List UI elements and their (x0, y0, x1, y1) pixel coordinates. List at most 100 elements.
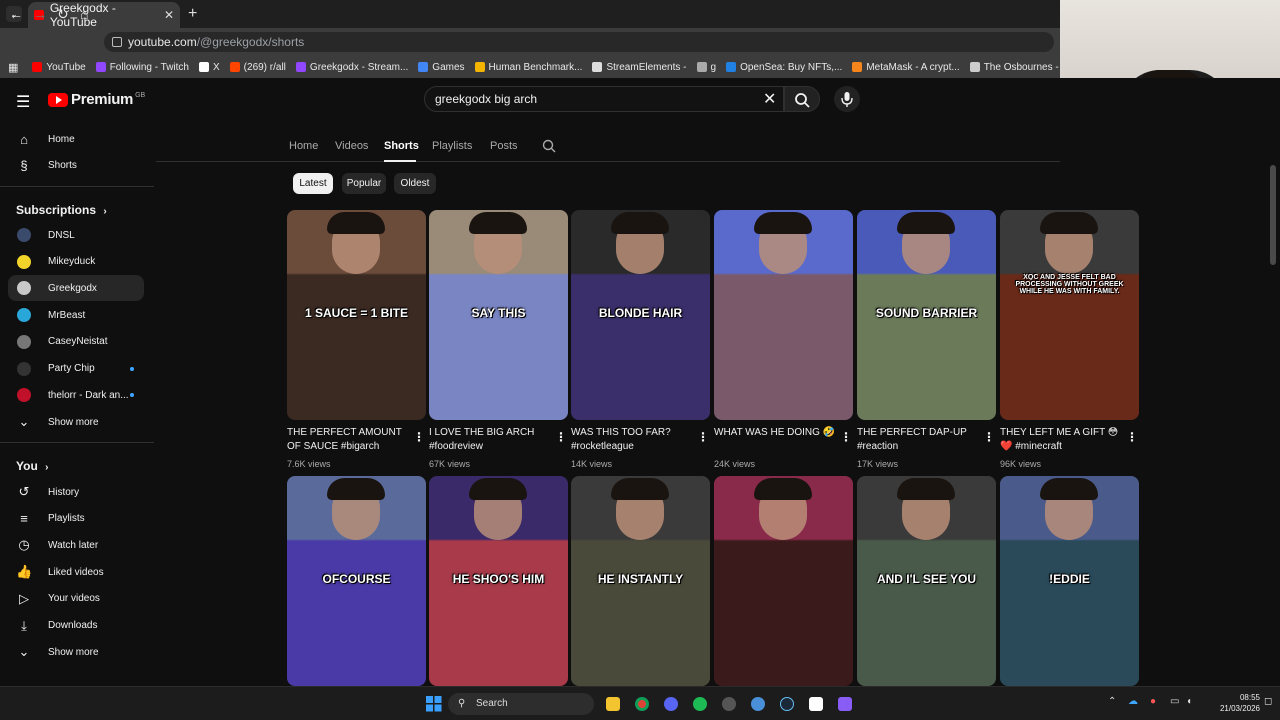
short-thumbnail[interactable] (714, 476, 853, 686)
bookmark-item[interactable]: (269) r/all (229, 62, 286, 73)
subscription-item[interactable]: Party Chip (8, 356, 144, 382)
short-thumbnail[interactable]: !EDDIE (1000, 476, 1139, 686)
short-thumbnail[interactable]: OFCOURSE (287, 476, 426, 686)
subscription-item[interactable]: MrBeast (8, 302, 144, 328)
new-tab-button[interactable]: + (188, 5, 197, 23)
search-input[interactable]: greekgodx big arch (424, 86, 784, 112)
tray-cloud-icon[interactable]: ☁ (1128, 696, 1138, 707)
bookmark-label: Human Benchmark... (488, 61, 583, 73)
back-icon[interactable]: ← (9, 6, 23, 22)
sidebar-item-watch-later[interactable]: ◷ Watch later (8, 532, 144, 558)
sidebar-item-playlists[interactable]: ≡ Playlists (8, 506, 144, 532)
sidebar-item-downloads[interactable]: ⤓ Downloads (8, 613, 144, 639)
more-actions-icon[interactable]: ⋮ (1126, 430, 1138, 444)
short-thumbnail[interactable]: SAY THIS (429, 210, 568, 420)
short-thumbnail[interactable]: XQC AND JESSE FELT BAD PROCESSING WITHOU… (1000, 210, 1139, 420)
channel-search-icon[interactable] (542, 139, 556, 158)
taskbar-clock[interactable]: 08:55 21/03/2026 (1200, 692, 1260, 714)
app-icon[interactable] (751, 697, 765, 711)
taskbar-search[interactable]: Search (448, 693, 594, 715)
menu-hamburger-icon[interactable]: ☰ (16, 92, 30, 112)
bookmark-item[interactable]: YouTube (32, 62, 86, 73)
subscription-item[interactable]: Mikeyduck (8, 249, 144, 275)
tab-shorts[interactable]: Shorts (384, 140, 419, 152)
sidebar-item-history[interactable]: ↺ History (8, 479, 144, 505)
short-title[interactable]: THE PERFECT AMOUNT OF SAUCE #bigarch (287, 426, 411, 454)
subscription-item[interactable]: CaseyNeistat (8, 329, 144, 355)
bookmark-item[interactable]: StreamElements - (592, 62, 687, 73)
more-actions-icon[interactable]: ⋮ (413, 430, 425, 444)
tray-mic-icon[interactable]: ● (1150, 696, 1156, 707)
steam-icon[interactable] (780, 697, 794, 711)
discord-icon[interactable] (664, 697, 678, 711)
subscription-item[interactable]: thelorr - Dark an... (8, 382, 144, 408)
tab-videos[interactable]: Videos (335, 140, 368, 152)
show-more-subscriptions[interactable]: ⌄ Show more (8, 409, 144, 435)
apps-grid-icon[interactable]: ▦ (8, 61, 18, 74)
more-actions-icon[interactable]: ⋮ (840, 430, 852, 444)
chip-popular[interactable]: Popular (342, 173, 386, 194)
address-bar[interactable]: youtube.com/@greekgodx/shorts (104, 32, 1054, 52)
sidebar-item-shorts[interactable]: § Shorts (8, 152, 144, 178)
short-thumbnail[interactable]: HE INSTANTLY (571, 476, 710, 686)
home-browser-icon[interactable]: ⌂ (80, 6, 88, 22)
sidebar-item-liked-videos[interactable]: 👍 Liked videos (8, 559, 144, 585)
bookmark-item[interactable]: X (199, 62, 220, 73)
bookmark-item[interactable]: OpenSea: Buy NFTs,... (726, 62, 842, 73)
app2-icon[interactable] (809, 697, 823, 711)
sidebar-item-home[interactable]: ⌂ Home (8, 126, 144, 152)
tab-close-icon[interactable]: ✕ (164, 8, 174, 22)
youtube-premium-logo[interactable]: Premium GB (48, 91, 145, 108)
bookmark-item[interactable]: Following - Twitch (95, 62, 189, 73)
page-scrollbar[interactable] (1270, 165, 1276, 265)
short-title[interactable]: WAS THIS TOO FAR? #rocketleague (571, 426, 695, 454)
subscriptions-header[interactable]: Subscriptions › (16, 203, 107, 217)
notifications-icon[interactable]: ◻ (1264, 696, 1272, 707)
tab-home[interactable]: Home (289, 140, 318, 152)
tray-network-icon[interactable]: ▭ (1170, 696, 1179, 707)
windows-start-icon[interactable] (426, 696, 442, 712)
clear-search-icon[interactable]: ✕ (763, 89, 776, 109)
app3-icon[interactable] (838, 697, 852, 711)
active-tab-indicator (384, 160, 416, 162)
short-thumbnail[interactable]: AND I'L SEE YOU (857, 476, 996, 686)
short-thumbnail[interactable]: BLONDE HAIR (571, 210, 710, 420)
spotify-icon[interactable] (693, 697, 707, 711)
reload-icon[interactable]: ↻ (57, 6, 69, 23)
bookmark-item[interactable]: Human Benchmark... (474, 61, 583, 73)
more-actions-icon[interactable]: ⋮ (555, 430, 567, 444)
you-header[interactable]: You › (16, 459, 48, 473)
bookmark-item[interactable]: Greekgodx - Stream... (295, 62, 408, 73)
chip-oldest[interactable]: Oldest (394, 173, 436, 194)
tray-chevron-icon[interactable]: ⌃ (1108, 696, 1116, 707)
bookmark-item[interactable]: MetaMask - A crypt... (852, 62, 960, 73)
chrome-icon[interactable] (635, 697, 649, 711)
short-thumbnail[interactable]: SOUND BARRIER (857, 210, 996, 420)
short-title[interactable]: WHAT WAS HE DOING 🤣 (714, 426, 838, 440)
short-thumbnail[interactable] (714, 210, 853, 420)
more-actions-icon[interactable]: ⋮ (697, 430, 709, 444)
subscription-item[interactable]: DNSL (8, 222, 144, 248)
bookmark-item[interactable]: g (696, 62, 716, 73)
search-button[interactable] (784, 86, 820, 112)
site-info-icon[interactable] (112, 37, 122, 47)
short-title[interactable]: THE PERFECT DAP-UP #reaction (857, 426, 981, 454)
short-title[interactable]: I LOVE THE BIG ARCH #foodreview (429, 426, 553, 454)
more-actions-icon[interactable]: ⋮ (983, 430, 995, 444)
subscription-item[interactable]: Greekgodx (8, 275, 144, 302)
chip-latest[interactable]: Latest (293, 173, 333, 194)
file-explorer-icon[interactable] (606, 697, 620, 711)
forward-icon[interactable]: → (33, 6, 47, 22)
sidebar-item-your-videos[interactable]: ▷ Your videos (8, 586, 144, 612)
sidebar-item-show-more[interactable]: ⌄ Show more (8, 639, 144, 665)
browser-tab[interactable]: Greekgodx - YouTube ✕ (28, 1, 180, 29)
short-thumbnail[interactable]: HE SHOO'S HIM (429, 476, 568, 686)
tray-volume-icon[interactable]: ◖ (1186, 696, 1192, 707)
short-title[interactable]: THEY LEFT ME A GIFT 😳 ❤️ #minecraft (1000, 426, 1124, 454)
tab-posts[interactable]: Posts (490, 140, 518, 152)
obs-icon[interactable] (722, 697, 736, 711)
bookmark-item[interactable]: Games (418, 62, 465, 73)
tab-playlists[interactable]: Playlists (432, 140, 472, 152)
voice-search-button[interactable] (834, 86, 860, 112)
short-thumbnail[interactable]: 1 SAUCE = 1 BITE (287, 210, 426, 420)
